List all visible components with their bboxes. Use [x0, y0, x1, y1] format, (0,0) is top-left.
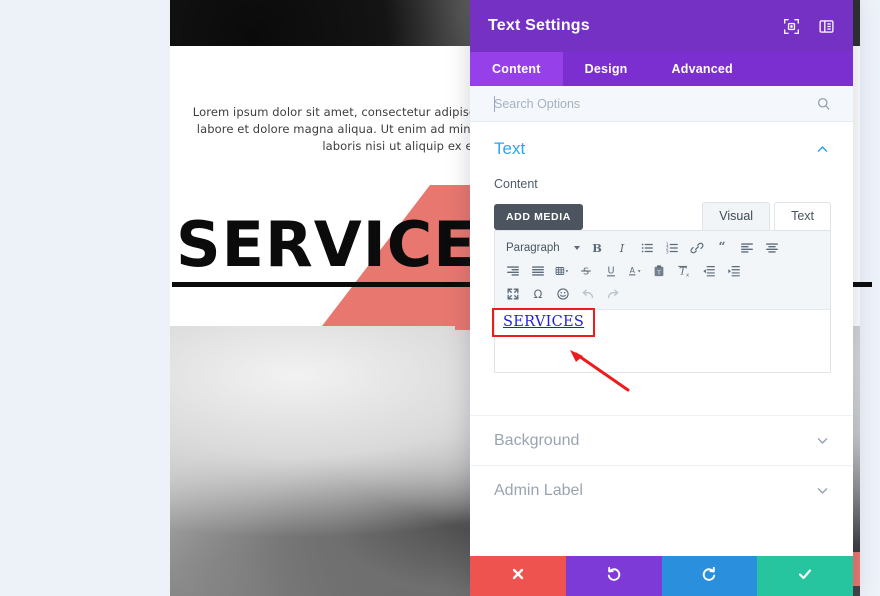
bold-icon[interactable]: B — [585, 236, 609, 259]
section-title-admin-label: Admin Label — [494, 481, 583, 499]
svg-text:“: “ — [718, 241, 725, 254]
section-title-background: Background — [494, 431, 580, 449]
screen: Lorem ipsum dolor sit amet, consectetur … — [0, 0, 880, 596]
toolbar-row-1: Paragraph B I 1 2 3 “ — [501, 236, 824, 259]
svg-text:Ω: Ω — [534, 287, 543, 301]
panel-footer — [470, 556, 853, 596]
editor-mode-tabs: Visual Text — [702, 202, 831, 230]
underline-icon[interactable]: U — [599, 259, 623, 282]
align-center-icon[interactable] — [760, 236, 784, 259]
panel-header-actions — [783, 18, 835, 35]
svg-text:A: A — [630, 266, 636, 275]
special-character-icon[interactable]: Ω — [526, 282, 550, 305]
focus-mode-icon[interactable] — [783, 18, 800, 35]
annotation-highlight-box: SERVICES — [492, 308, 596, 337]
svg-text:B: B — [592, 241, 602, 255]
format-select[interactable]: Paragraph — [501, 236, 584, 259]
check-icon — [797, 566, 813, 587]
panel-header: Text Settings — [470, 0, 853, 52]
blockquote-icon[interactable]: “ — [710, 236, 734, 259]
panel-tabs: Content Design Advanced — [470, 52, 853, 86]
search-icon[interactable] — [816, 96, 831, 111]
content-field-label: Content — [494, 177, 538, 191]
save-button[interactable] — [757, 556, 853, 596]
editor-tab-visual[interactable]: Visual — [702, 202, 771, 230]
tab-content[interactable]: Content — [470, 52, 563, 86]
table-icon[interactable] — [551, 259, 573, 282]
section-header-admin-label[interactable]: Admin Label — [470, 465, 853, 515]
toolbar-row-2: S U A T T x — [501, 259, 824, 282]
editor-link-text[interactable]: SERVICES — [503, 314, 584, 330]
redo-icon — [701, 566, 717, 587]
toolbar-row-3: Ω — [501, 282, 824, 305]
indent-icon[interactable] — [722, 259, 746, 282]
svg-text:S: S — [583, 266, 589, 277]
svg-text:I: I — [618, 241, 624, 255]
tab-design[interactable]: Design — [563, 52, 650, 86]
search-input[interactable] — [494, 96, 816, 111]
chevron-down-icon[interactable] — [816, 434, 829, 447]
editor-container: Paragraph B I 1 2 3 “ S U A T T x Ω SERV… — [492, 230, 831, 373]
text-color-icon[interactable]: A — [624, 259, 646, 282]
fullscreen-icon[interactable] — [501, 282, 525, 305]
undo-button[interactable] — [565, 556, 662, 596]
italic-icon[interactable]: I — [610, 236, 634, 259]
chevron-down-icon — [573, 245, 580, 250]
add-media-button[interactable]: ADD MEDIA — [494, 204, 583, 230]
redo-icon[interactable] — [601, 282, 625, 305]
svg-text:T: T — [656, 270, 661, 276]
section-header-background[interactable]: Background — [470, 415, 853, 465]
panel-title: Text Settings — [488, 17, 590, 34]
chevron-down-icon[interactable] — [816, 484, 829, 497]
close-icon — [510, 566, 526, 587]
redo-button[interactable] — [661, 556, 758, 596]
bulleted-list-icon[interactable] — [635, 236, 659, 259]
editor-top-bar: ADD MEDIA Visual Text — [494, 202, 831, 230]
panel-body: Text Content ADD MEDIA Visual Text Parag… — [470, 122, 853, 556]
svg-text:3: 3 — [666, 249, 669, 255]
format-select-value: Paragraph — [506, 241, 560, 254]
emoji-icon[interactable] — [551, 282, 575, 305]
numbered-list-icon[interactable]: 1 2 3 — [660, 236, 684, 259]
align-right-icon[interactable] — [501, 259, 525, 282]
outdent-icon[interactable] — [697, 259, 721, 282]
undo-icon — [606, 566, 622, 587]
tab-advanced[interactable]: Advanced — [650, 52, 755, 86]
panel-layout-icon[interactable] — [818, 18, 835, 35]
search-options-row — [470, 86, 853, 122]
paste-as-text-icon[interactable]: T — [647, 259, 671, 282]
text-settings-panel: Text Settings Content Design Advanced Se… — [470, 0, 853, 596]
section-title-text: Text — [494, 139, 526, 158]
chevron-up-icon[interactable] — [816, 143, 829, 156]
undo-icon[interactable] — [576, 282, 600, 305]
svg-text:U: U — [607, 265, 614, 276]
wysiwyg-editor: ADD MEDIA Visual Text Paragraph B I 1 2 … — [470, 191, 853, 373]
strikethrough-icon[interactable]: S — [574, 259, 598, 282]
cancel-button[interactable] — [470, 556, 566, 596]
editor-content-area[interactable]: SERVICES — [492, 308, 830, 372]
link-icon[interactable] — [685, 236, 709, 259]
section-header-text[interactable]: Text — [470, 122, 853, 169]
justify-icon[interactable] — [526, 259, 550, 282]
align-left-icon[interactable] — [735, 236, 759, 259]
clear-formatting-icon[interactable]: T x — [672, 259, 696, 282]
editor-toolbar: Paragraph B I 1 2 3 “ S U A T T x Ω — [495, 231, 830, 310]
svg-text:x: x — [686, 272, 689, 278]
editor-tab-text[interactable]: Text — [774, 202, 831, 230]
